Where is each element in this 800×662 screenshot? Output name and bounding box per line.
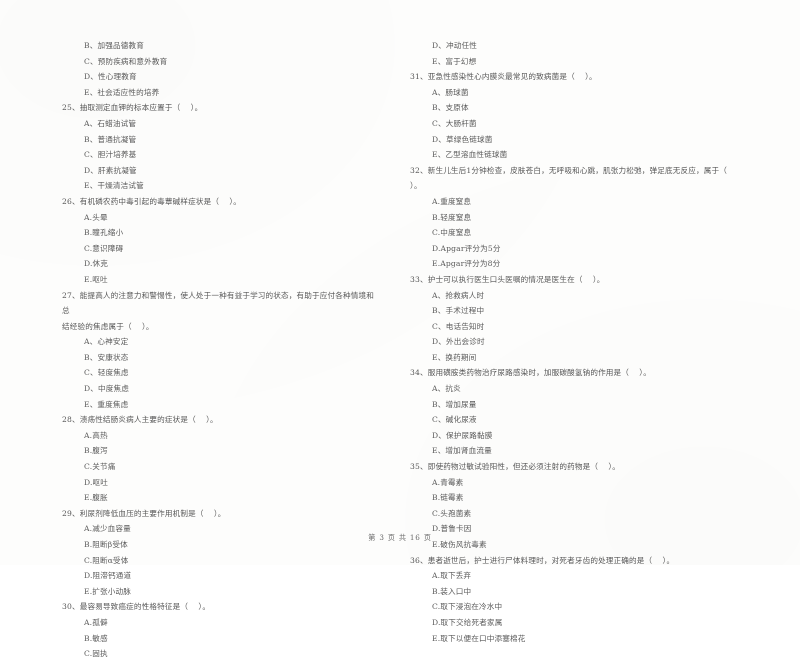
option-line: D、草绿色链球菌 <box>432 134 493 144</box>
option-line: D、冲动任性 <box>432 41 477 50</box>
option-line: B.敏感 <box>84 633 108 643</box>
question-stem: 34、服用磺胺类药物治疗尿路感染时，加服碳酸氢钠的作用是（ ）。 <box>410 368 651 378</box>
option-line: C、预防疾病和意外教育 <box>84 56 168 66</box>
option-line: D.Apgar评分为5分 <box>432 243 501 253</box>
option-line: B.腹泻 <box>84 446 108 456</box>
question-stem: 35、即使药物过敏试验阳性，但还必须注射的药物是（ ）。 <box>410 462 621 472</box>
option-line: E.呕吐 <box>84 274 108 284</box>
option-line: A、肠球菌 <box>432 87 469 97</box>
question-stem: 31、亚急性感染性心内膜炎最常见的致病菌是（ ）。 <box>410 72 597 82</box>
option-line: B、安康状态 <box>84 352 129 362</box>
option-line: A、抢救病人时 <box>432 290 485 300</box>
option-line: C.固执 <box>84 649 108 659</box>
question-stem: 30、最容易导致癌症的性格特征是（ ）。 <box>62 602 211 612</box>
option-line: E、增加肾血流量 <box>432 446 492 456</box>
option-line: E、乙型溶血性链球菌 <box>432 150 508 160</box>
option-line: D.阻滞钙通道 <box>84 571 132 581</box>
option-line: C.阻断α受体 <box>84 555 129 565</box>
two-column-body: B、加强品德教育 C、预防疾病和意外教育 D、性心理教育 E、社会适应性的培养 … <box>0 38 800 662</box>
question-stem: 33、护士可以执行医生口头医嘱的情况是医生在（ ）。 <box>410 274 605 284</box>
question-33: 33、护士可以执行医生口头医嘱的情况是医生在（ ）。 A、抢救病人时 B、手术过… <box>410 272 770 366</box>
option-line: D、保护尿路黏膜 <box>432 430 493 440</box>
option-line: A.头晕 <box>84 212 108 222</box>
question-27: 27、能提高人的注意力和警惕性，使人处于一种有益于学习的状态，有助于应付各种情境… <box>62 288 378 413</box>
right-column: D、冲动任性 E、富于幻想 31、亚急性感染性心内膜炎最常见的致病菌是（ ）。 … <box>400 38 800 662</box>
right-trailing-options: D、冲动任性 E、富于幻想 <box>410 38 770 69</box>
option-line: B、手术过程中 <box>432 306 485 316</box>
option-line: E.取下以便在口中添塞棉花 <box>432 633 526 643</box>
question-stem: 27、能提高人的注意力和警惕性，使人处于一种有益于学习的状态，有助于应付各种情境… <box>62 290 374 331</box>
option-line: C.中度窒息 <box>432 228 472 238</box>
option-line: C、大肠杆菌 <box>432 118 477 128</box>
question-36: 36、患者逝世后，护士进行尸体料理时，对死者牙齿的处理正确的是（ ）。 A.取下… <box>410 553 770 647</box>
option-line: B、支原体 <box>432 103 469 113</box>
question-26: 26、有机磷农药中毒引起的毒蕈碱样症状是（ ）。 A.头晕 B.瞳孔缩小 C.意… <box>62 194 378 288</box>
option-line: C、碱化尿液 <box>432 415 477 425</box>
option-line: C.意识障碍 <box>84 243 124 253</box>
option-line: D、肝素抗凝管 <box>84 165 137 175</box>
option-line: E、富于幻想 <box>432 56 477 66</box>
question-25: 25、抽取测定血钾的标本应置于（ ）。 A、石蜡油试管 B、普通抗凝管 C、胆汁… <box>62 100 378 194</box>
question-31: 31、亚急性感染性心内膜炎最常见的致病菌是（ ）。 A、肠球菌 B、支原体 C、… <box>410 69 770 163</box>
option-line: A.取下丢弃 <box>432 571 472 581</box>
option-line: B、加强品德教育 <box>84 41 144 50</box>
question-30: 30、最容易导致癌症的性格特征是（ ）。 A.孤僻 B.敏感 C.固执 <box>62 599 378 661</box>
option-line: E、换药期间 <box>432 352 477 362</box>
option-line: E、重度焦虑 <box>84 399 129 409</box>
option-line: C、胆汁培养基 <box>84 150 137 160</box>
option-line: A、心神安定 <box>84 337 129 347</box>
option-line: E.腹胀 <box>84 493 108 503</box>
option-line: B.装入口中 <box>432 586 472 596</box>
option-line: D、外出会诊时 <box>432 337 485 347</box>
option-line: C.关节痛 <box>84 462 116 472</box>
page-footer: 第 3 页 共 16 页 <box>368 533 432 542</box>
option-line: D、中度焦虑 <box>84 384 129 394</box>
left-trailing-options: B、加强品德教育 C、预防疾病和意外教育 D、性心理教育 E、社会适应性的培养 <box>62 38 378 100</box>
option-line: C、轻度焦虑 <box>84 368 129 378</box>
option-line: E.扩张小动脉 <box>84 586 131 596</box>
option-line: D.休克 <box>84 259 109 269</box>
option-line: A.青霉素 <box>432 477 464 487</box>
option-line: D.呕吐 <box>84 477 109 487</box>
option-line: E.Apgar评分为8分 <box>432 259 501 269</box>
question-34: 34、服用磺胺类药物治疗尿路感染时，加服碳酸氢钠的作用是（ ）。 A、抗炎 B、… <box>410 365 770 459</box>
option-line: B.轻度窒息 <box>432 212 472 222</box>
option-line: A、抗炎 <box>432 384 461 394</box>
question-stem: 29、利尿剂降低血压的主要作用机制是（ ）。 <box>62 508 226 518</box>
option-line: A.高热 <box>84 430 108 440</box>
option-line: E、社会适应性的培养 <box>84 87 160 97</box>
left-column: B、加强品德教育 C、预防疾病和意外教育 D、性心理教育 E、社会适应性的培养 … <box>0 38 400 662</box>
option-line: D、性心理教育 <box>84 72 137 82</box>
question-stem: 36、患者逝世后，护士进行尸体料理时，对死者牙齿的处理正确的是（ ）。 <box>410 555 675 565</box>
question-stem: 28、溃疡性结肠炎病人主要的症状是（ ）。 <box>62 415 218 425</box>
option-line: E、干燥清洁试管 <box>84 181 144 191</box>
question-32: 32、新生儿生后1分钟检查，皮肤苍白，无呼吸和心跳，肌张力松弛，弹足底无反应，属… <box>410 163 770 272</box>
question-stem: 26、有机磷农药中毒引起的毒蕈碱样症状是（ ）。 <box>62 196 242 206</box>
option-line: A、石蜡油试管 <box>84 118 137 128</box>
option-line: B、普通抗凝管 <box>84 134 137 144</box>
question-stem: 25、抽取测定血钾的标本应置于（ ）。 <box>62 103 203 113</box>
question-stem: 32、新生儿生后1分钟检查，皮肤苍白，无呼吸和心跳，肌张力松弛，弹足底无反应，属… <box>410 165 727 191</box>
option-line: C.头孢菌素 <box>432 508 472 518</box>
question-29: 29、利尿剂降低血压的主要作用机制是（ ）。 A.减少血容量 B.阻断β受体 C… <box>62 506 378 600</box>
question-28: 28、溃疡性结肠炎病人主要的症状是（ ）。 A.高热 B.腹泻 C.关节痛 D.… <box>62 412 378 506</box>
option-line: D.取下交给死者家属 <box>432 617 503 627</box>
option-line: A.重度窒息 <box>432 196 472 206</box>
option-line: A.孤僻 <box>84 617 108 627</box>
option-line: C、电话告知时 <box>432 321 485 331</box>
option-line: B、增加尿量 <box>432 399 477 409</box>
option-line: B.瞳孔缩小 <box>84 228 124 238</box>
option-line: B.链霉素 <box>432 493 464 503</box>
option-line: C.取下浸泡在冷水中 <box>432 602 503 612</box>
